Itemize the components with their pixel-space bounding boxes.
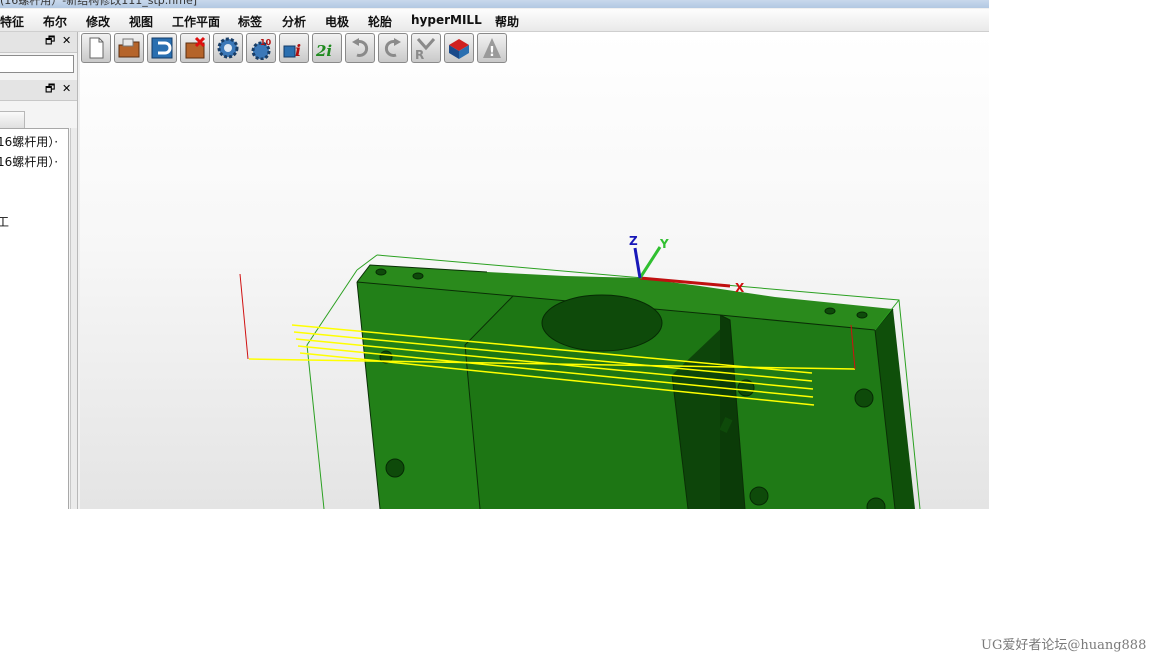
watermark: UG爱好者论坛@huang888 (981, 638, 1147, 653)
tree-item[interactable]: 工 (0, 213, 9, 230)
menu-features[interactable]: 特征 (0, 13, 24, 30)
gear-10-button[interactable]: 10 (246, 33, 276, 63)
restore-icon[interactable]: 🗗 (45, 82, 55, 96)
menu-analysis[interactable]: 分析 (282, 13, 306, 30)
solid-cube-icon (449, 39, 469, 59)
delete-button[interactable] (180, 33, 210, 63)
menu-electrode[interactable]: 电极 (325, 13, 349, 30)
info-cube-icon: i (283, 41, 301, 60)
redo-button[interactable] (378, 33, 408, 63)
open-folder-icon (118, 38, 140, 58)
menu-hypermill[interactable]: hyperMILL (411, 13, 482, 27)
menu-modify[interactable]: 修改 (86, 13, 110, 30)
warning-button[interactable]: ! (477, 33, 507, 63)
solid-button[interactable] (444, 33, 474, 63)
panel-header-tree: 🗗 ✕ (0, 80, 77, 101)
redo-filter-button[interactable]: R (411, 33, 441, 63)
gear-10-icon: 10 (251, 38, 272, 60)
svg-text:i: i (295, 41, 301, 60)
search-input[interactable] (0, 55, 74, 73)
svg-text:2i: 2i (315, 42, 332, 60)
tree-item[interactable]: 16螺杆用）· (0, 133, 58, 150)
feature-tree: 16螺杆用）· 16螺杆用）· 工 (0, 128, 69, 509)
svg-text:10: 10 (260, 38, 272, 47)
redo-icon (384, 38, 401, 57)
axis-y-label: Y (659, 237, 669, 251)
tree-item[interactable]: 16螺杆用）· (0, 153, 58, 170)
redo-filter-icon: R (415, 38, 436, 60)
title-bar: (16螺杆用）-新结构修改111_stp.hme] (0, 0, 989, 8)
open-button[interactable] (114, 33, 144, 63)
info-cube-button[interactable]: i (279, 33, 309, 63)
undo-button[interactable] (345, 33, 375, 63)
app-window: (16螺杆用）-新结构修改111_stp.hme] 特征 布尔 修改 视图 工作… (0, 0, 989, 509)
menu-bar: 特征 布尔 修改 视图 工作平面 标签 分析 电极 轮胎 hyperMILL 帮… (0, 9, 989, 32)
svg-text:!: ! (489, 45, 495, 60)
menu-labels[interactable]: 标签 (238, 13, 262, 30)
model-scene[interactable]: Z Y X (80, 32, 989, 509)
part-bore-hole (541, 294, 663, 352)
part-right-face (720, 315, 895, 509)
3d-viewport[interactable]: Z Y X 10 i 2i R ! (80, 32, 989, 509)
close-icon[interactable]: ✕ (62, 82, 71, 96)
left-panel: 🗗 ✕ 🗗 ✕ 16螺杆用）· 16螺杆用）· 工 (0, 32, 78, 509)
undo-icon (352, 38, 369, 57)
new-document-icon (89, 37, 104, 59)
panel-header-top: 🗗 ✕ (0, 32, 77, 53)
gear-button[interactable] (213, 33, 243, 63)
new-document-button[interactable] (81, 33, 111, 63)
info-2-icon: 2i (315, 42, 332, 60)
info-2-button[interactable]: 2i (312, 33, 342, 63)
restore-icon[interactable]: 🗗 (45, 34, 55, 48)
axis-z-label: Z (629, 234, 638, 248)
svg-text:R: R (415, 48, 424, 60)
menu-tire[interactable]: 轮胎 (368, 13, 392, 30)
warning-icon: ! (483, 38, 501, 60)
close-icon[interactable]: ✕ (62, 34, 71, 48)
gear-icon (217, 37, 239, 59)
magnet-icon (151, 37, 173, 59)
window-title: (16螺杆用）-新结构修改111_stp.hme] (0, 0, 198, 7)
delete-box-icon (185, 36, 206, 59)
menu-view[interactable]: 视图 (129, 13, 153, 30)
menu-workplane[interactable]: 工作平面 (172, 13, 220, 30)
axis-x-label: X (735, 281, 745, 295)
menu-boolean[interactable]: 布尔 (43, 13, 67, 30)
tree-scrollbar[interactable] (70, 128, 77, 509)
menu-help[interactable]: 帮助 (495, 13, 519, 30)
magnet-button[interactable] (147, 33, 177, 63)
